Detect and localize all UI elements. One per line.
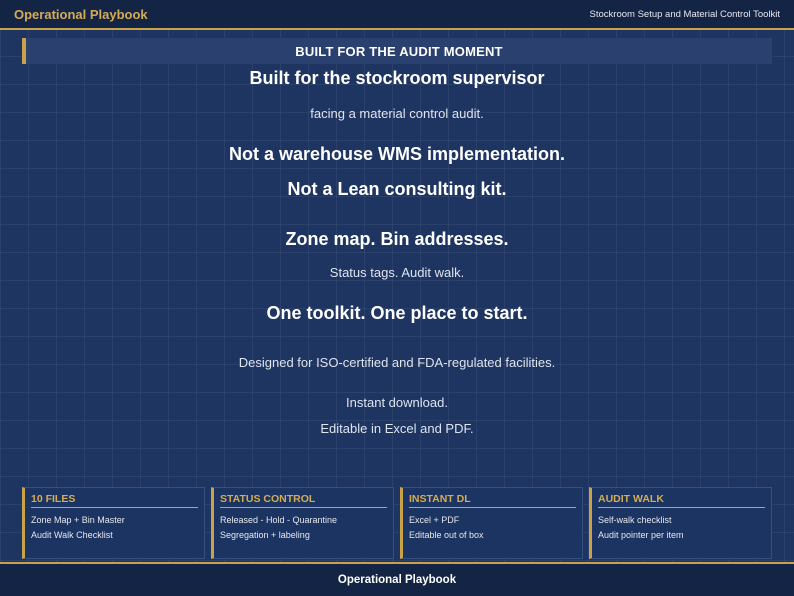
subline-instant-download: Instant download.	[346, 395, 448, 410]
feature-card-audit-walk: AUDIT WALK Self-walk checklist Audit poi…	[589, 487, 772, 559]
footer-bar: Operational Playbook	[0, 562, 794, 596]
headline-one-toolkit: One toolkit. One place to start.	[266, 303, 528, 323]
subline-editable: Editable in Excel and PDF.	[320, 421, 474, 436]
headline-zone-map: Zone map. Bin addresses.	[285, 229, 509, 249]
top-bar: Operational Playbook Stockroom Setup and…	[0, 0, 794, 30]
subline-designed-for: Designed for ISO-certified and FDA-regul…	[238, 355, 556, 370]
card-title: INSTANT DL	[409, 493, 576, 508]
headline-not-lean: Not a Lean consulting kit.	[287, 179, 507, 199]
feature-card-status-control: STATUS CONTROL Released - Hold - Quarant…	[211, 487, 394, 559]
feature-card-files: 10 FILES Zone Map + Bin Master Audit Wal…	[22, 487, 205, 559]
card-title: STATUS CONTROL	[220, 493, 387, 508]
card-line: Zone Map + Bin Master	[31, 515, 125, 525]
feature-card-instant-dl: INSTANT DL Excel + PDF Editable out of b…	[400, 487, 583, 559]
feature-cards: 10 FILES Zone Map + Bin Master Audit Wal…	[22, 487, 772, 559]
card-title: 10 FILES	[31, 493, 198, 508]
subline-status-tags: Status tags. Audit walk.	[329, 265, 465, 280]
card-line: Segregation + labeling	[220, 530, 310, 540]
footer-brand: Operational Playbook	[337, 574, 457, 586]
card-title: AUDIT WALK	[598, 493, 765, 508]
card-line: Audit Walk Checklist	[31, 530, 113, 540]
card-line: Self-walk checklist	[598, 515, 672, 525]
headline-not-wms: Not a warehouse WMS implementation.	[228, 144, 566, 164]
toolkit-title: Stockroom Setup and Material Control Too…	[589, 8, 780, 20]
section-banner: BUILT FOR THE AUDIT MOMENT	[22, 38, 772, 64]
headline-supervisor: Built for the stockroom supervisor	[249, 68, 545, 88]
card-line: Audit pointer per item	[598, 530, 684, 540]
card-line: Excel + PDF	[409, 515, 460, 525]
card-line: Editable out of box	[409, 530, 484, 540]
brand-title: Operational Playbook	[14, 6, 148, 22]
subline-audit: facing a material control audit.	[310, 106, 484, 121]
card-line: Released - Hold - Quarantine	[220, 515, 338, 525]
